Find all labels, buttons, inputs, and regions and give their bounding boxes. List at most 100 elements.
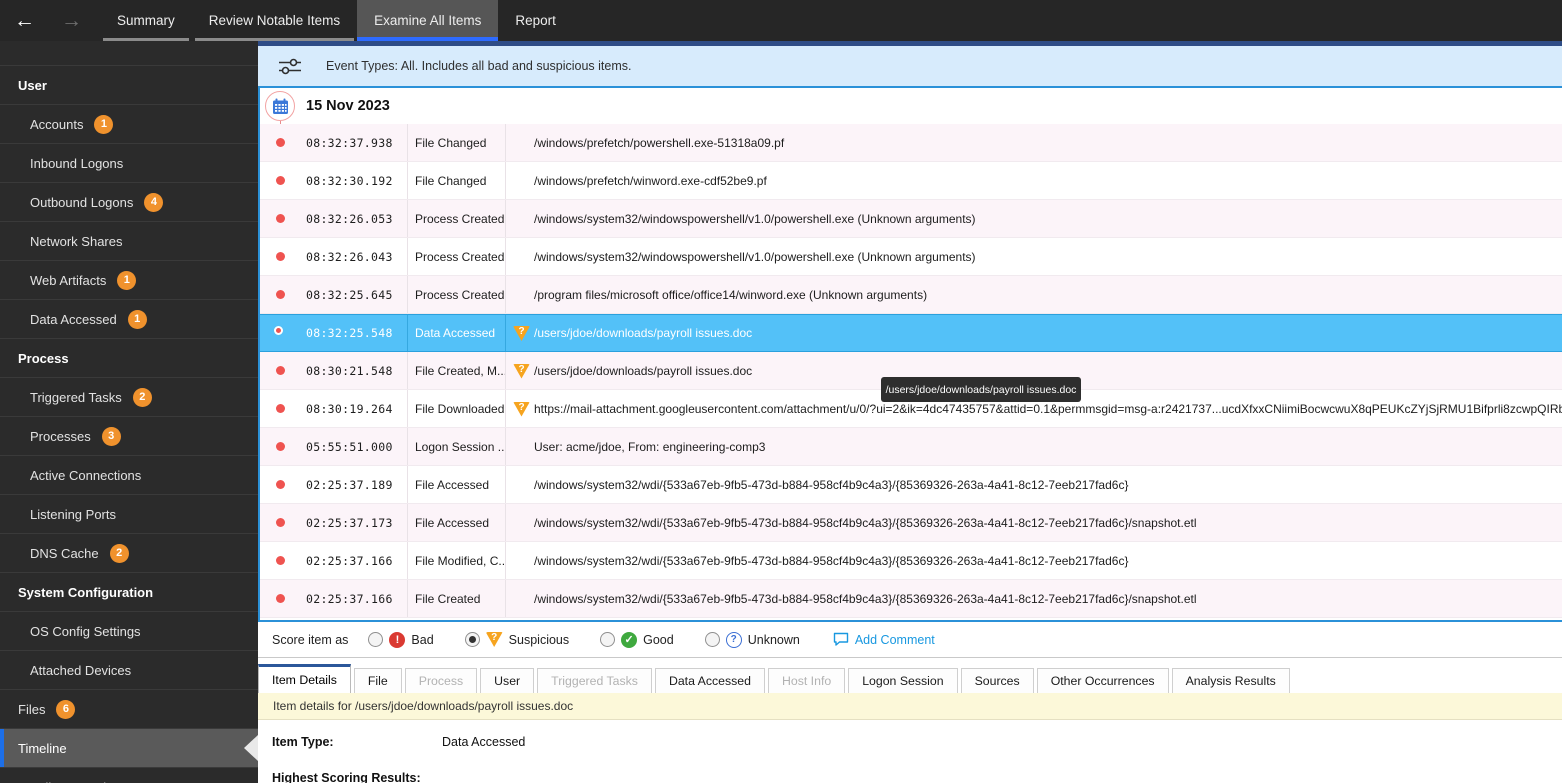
detail-tab-logon-session[interactable]: Logon Session — [848, 668, 958, 693]
event-dot-icon — [276, 404, 285, 413]
event-types-summary: Event Types: All. Includes all bad and s… — [326, 59, 632, 73]
event-type: Process Created — [407, 238, 505, 275]
main-panel: Event Types: All. Includes all bad and s… — [258, 41, 1562, 783]
item-type-value: Data Accessed — [442, 735, 526, 749]
radio-button — [600, 632, 616, 647]
event-type: File Created — [407, 580, 505, 617]
sidebar-item-web-artifacts[interactable]: Web Artifacts 1 — [0, 261, 258, 300]
timeline-row[interactable]: 05:55:51.000 Logon Session ... User: acm… — [260, 428, 1562, 466]
count-badge: 1 — [117, 270, 137, 290]
score-bar: Score item as ! Bad ? Suspicious ✓ Good … — [258, 622, 1562, 658]
event-path: https://mail-attachment.googleuserconten… — [534, 401, 1562, 416]
radio-button — [368, 632, 384, 647]
sidebar-item-outbound-logons[interactable]: Outbound Logons 4 — [0, 183, 258, 222]
sidebar-item-triggered-tasks[interactable]: Triggered Tasks 2 — [0, 378, 258, 417]
timeline-row[interactable]: 08:32:26.053 Process Created /windows/sy… — [260, 200, 1562, 238]
score-option-suspicious[interactable]: ? Suspicious — [464, 632, 569, 647]
sidebar-item-sandbox-results[interactable]: Sandbox Results — [0, 768, 258, 783]
detail-tab-host-info: Host Info — [767, 668, 846, 693]
timeline-row[interactable]: 02:25:37.173 File Accessed /windows/syst… — [260, 504, 1562, 542]
detail-tab-process: Process — [404, 668, 478, 693]
event-path: /windows/system32/wdi/{533a67eb-9fb5-473… — [534, 515, 1197, 530]
detail-tab-file[interactable]: File — [353, 668, 402, 693]
sidebar-item-data-accessed[interactable]: Data Accessed 1 — [0, 300, 258, 339]
detail-tab-item-details[interactable]: Item Details — [258, 664, 351, 693]
event-dot-icon — [276, 366, 285, 375]
add-comment-link[interactable]: Add Comment — [833, 632, 935, 647]
event-dot-icon — [276, 518, 285, 527]
event-path: /windows/system32/wdi/{533a67eb-9fb5-473… — [534, 477, 1129, 492]
path-tooltip: /users/jdoe/downloads/payroll issues.doc — [881, 377, 1081, 402]
event-time: 08:32:26.043 — [306, 249, 393, 264]
event-path: /users/jdoe/downloads/payroll issues.doc — [534, 326, 753, 340]
sidebar-header-system-configuration: System Configuration — [0, 573, 258, 612]
sidebar-item-dns-cache[interactable]: DNS Cache 2 — [0, 534, 258, 573]
event-path: /windows/prefetch/powershell.exe-51318a0… — [534, 135, 785, 150]
timeline-row[interactable]: 02:25:37.166 File Created /windows/syste… — [260, 580, 1562, 618]
event-types-filter-bar[interactable]: Event Types: All. Includes all bad and s… — [258, 46, 1562, 88]
sidebar-item-accounts[interactable]: Accounts 1 — [0, 105, 258, 144]
count-badge: 2 — [109, 543, 129, 563]
timeline-row[interactable]: 08:32:30.192 File Changed /windows/prefe… — [260, 162, 1562, 200]
highest-scoring-results-label: Highest Scoring Results: — [272, 771, 421, 783]
filter-sliders-icon[interactable] — [278, 57, 302, 76]
event-dot-icon — [276, 480, 285, 489]
sidebar-item-attached-devices[interactable]: Attached Devices — [0, 651, 258, 690]
sidebar-item-inbound-logons[interactable]: Inbound Logons — [0, 144, 258, 183]
score-option-unknown[interactable]: ? Unknown — [704, 631, 800, 648]
score-options: ! Bad ? Suspicious ✓ Good ? Unknown — [368, 631, 830, 648]
event-path: /users/jdoe/downloads/payroll issues.doc — [534, 363, 753, 378]
event-dot-icon — [276, 290, 285, 299]
suspicious-flag-icon: ? — [513, 326, 530, 341]
timeline-row[interactable]: 02:25:37.189 File Accessed /windows/syst… — [260, 466, 1562, 504]
forward-arrow-icon[interactable]: → — [61, 10, 82, 31]
detail-tab-analysis-results[interactable]: Analysis Results — [1171, 668, 1290, 693]
top-tab-summary[interactable]: Summary — [100, 0, 192, 41]
sidebar-item-timeline[interactable]: Timeline — [0, 729, 258, 768]
detail-tab-sources[interactable]: Sources — [960, 668, 1034, 693]
detail-tab-data-accessed[interactable]: Data Accessed — [654, 668, 765, 693]
timeline-row[interactable]: 08:32:25.548 Data Accessed ? /users/jdoe… — [260, 314, 1562, 352]
event-dot-icon — [276, 252, 285, 261]
detail-tab-user[interactable]: User — [480, 668, 535, 693]
sidebar-item-os-config-settings[interactable]: OS Config Settings — [0, 612, 258, 651]
suspicious-flag-icon: ? — [513, 363, 530, 379]
event-type: File Created, M... — [407, 352, 505, 389]
event-time: 02:25:37.189 — [306, 477, 393, 492]
sidebar-item-network-shares[interactable]: Network Shares — [0, 222, 258, 261]
event-type: File Accessed — [407, 466, 505, 503]
sidebar-item-processes[interactable]: Processes 3 — [0, 417, 258, 456]
score-option-bad[interactable]: ! Bad — [368, 631, 434, 648]
top-tab-report[interactable]: Report — [498, 0, 573, 41]
timeline-row[interactable]: 02:25:37.166 File Modified, C... /window… — [260, 542, 1562, 580]
top-tab-review-notable-items[interactable]: Review Notable Items — [192, 0, 357, 41]
event-dot-icon — [276, 594, 285, 603]
event-dot-icon — [276, 556, 285, 565]
back-arrow-icon[interactable]: ← — [14, 10, 35, 31]
good-icon: ✓ — [621, 631, 638, 648]
radio-button — [464, 632, 480, 647]
sidebar-header-user: User — [0, 66, 258, 105]
event-path: /windows/system32/wdi/{533a67eb-9fb5-473… — [534, 553, 1129, 568]
detail-tab-other-occurrences[interactable]: Other Occurrences — [1036, 668, 1169, 693]
sidebar-item-listening-ports[interactable]: Listening Ports — [0, 495, 258, 534]
event-dot-icon — [276, 214, 285, 223]
event-dot-icon — [274, 326, 283, 335]
event-dot-icon — [276, 138, 285, 147]
sidebar-item-active-connections[interactable]: Active Connections — [0, 456, 258, 495]
event-time: 02:25:37.173 — [306, 515, 393, 530]
event-type: File Changed — [407, 162, 505, 199]
sidebar-item-files[interactable]: Files 6 — [0, 690, 258, 729]
timeline-row[interactable]: 08:32:25.645 Process Created /program fi… — [260, 276, 1562, 314]
score-option-good[interactable]: ✓ Good — [600, 631, 674, 648]
event-dot-icon — [276, 442, 285, 451]
comment-bubble-icon — [833, 632, 849, 646]
item-type-label: Item Type: — [272, 735, 334, 749]
timeline-row[interactable]: 08:32:37.938 File Changed /windows/prefe… — [260, 124, 1562, 162]
top-navigation-bar: ← → Summary Review Notable Items Examine A… — [0, 0, 1562, 41]
calendar-icon[interactable] — [265, 91, 295, 121]
top-tab-examine-all-items[interactable]: Examine All Items — [357, 0, 499, 41]
timeline-row[interactable]: 08:32:26.043 Process Created /windows/sy… — [260, 238, 1562, 276]
suspicious-icon: ? — [485, 632, 503, 647]
event-dot-icon — [276, 176, 285, 185]
